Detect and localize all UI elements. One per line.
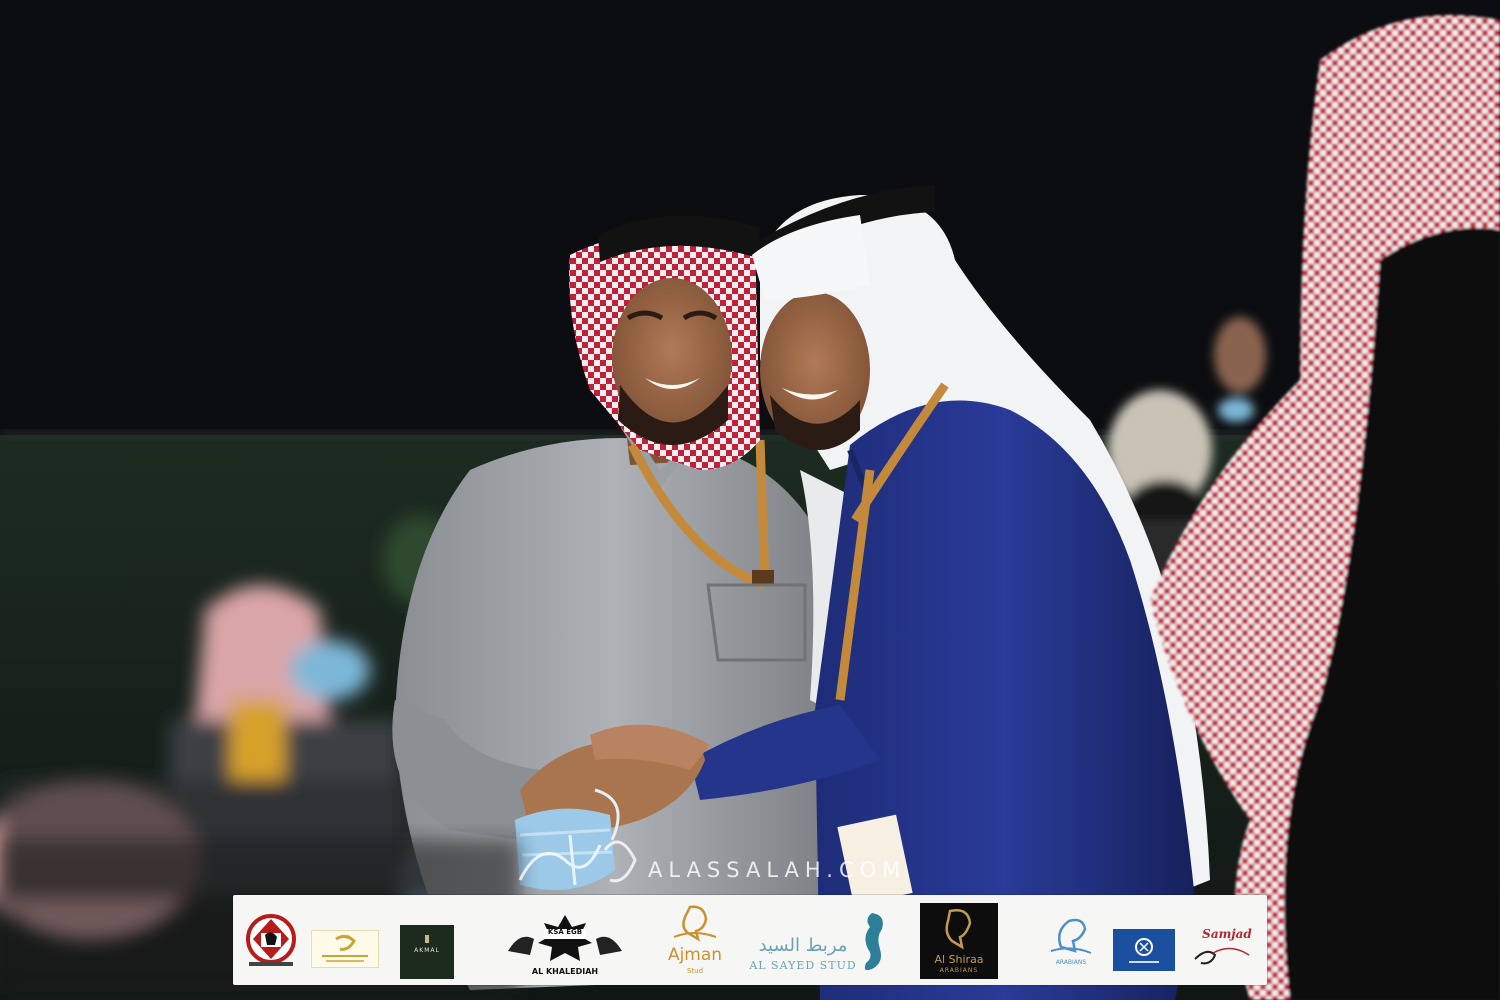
photo-scene [0,0,1500,1000]
ajman-sublabel: Stud [686,967,704,975]
sponsor-logo-al-khaldia-stud [1113,929,1175,971]
al-shiraa-sublabel: ARABIANS [939,967,979,974]
sponsor-logo-ajman-stud: Ajman Stud [660,903,730,983]
al-khalediah-label: AL KHALEDIAH [531,967,599,976]
al-sayed-arabic: مربط السيد [758,935,848,956]
sponsor-logo-bar: AKMAL KSA EGB AL KHALEDIAH Ajman Stud مر… [233,895,1267,985]
al-sayed-label: AL SAYED STUD [749,959,857,972]
sponsor-logo-saudi-arabian-horse-society [245,913,297,969]
sponsor-logo-samjad: Samjad [1191,921,1261,973]
akmal-label: AKMAL [414,947,440,954]
sponsor-logo-alkhalil-arabians: ARABIANS [1043,911,1099,975]
sponsor-logo-al-faisaliah-stud [311,930,379,968]
site-watermark: ALASSALAH.COM [648,858,907,882]
alkhalil-label: ARABIANS [1055,959,1087,966]
blue-face-mask [515,808,615,890]
sponsor-logo-al-sayed-stud: مربط السيد AL SAYED STUD [748,909,888,985]
al-shiraa-label: Al Shiraa [934,953,984,966]
sponsor-logo-al-shiraa: Al Shiraa ARABIANS [920,903,998,979]
al-khalediah-sublabel: KSA EGB [547,928,583,936]
sponsor-logo-akmal: AKMAL [400,925,454,979]
ajman-label: Ajman [667,945,723,965]
sponsor-logo-al-khalediah: KSA EGB AL KHALEDIAH [500,911,630,981]
